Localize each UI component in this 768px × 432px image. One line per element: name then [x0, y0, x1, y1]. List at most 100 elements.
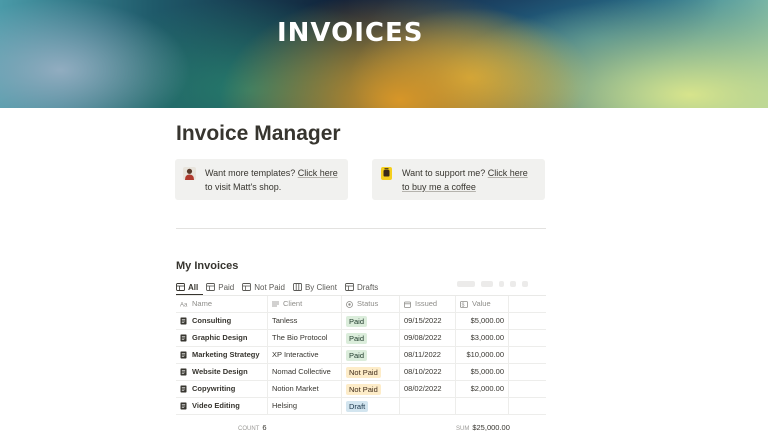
cell-value[interactable]: $3,000.00 — [456, 330, 509, 346]
cell-value[interactable]: $10,000.00 — [456, 347, 509, 363]
table-row[interactable]: Consulting Tanless Paid 09/15/2022 $5,00… — [176, 313, 546, 330]
row-name: Video Editing — [192, 401, 240, 410]
status-icon — [346, 300, 353, 308]
column-header-status[interactable]: Status — [342, 296, 400, 312]
page-title: Invoice Manager — [176, 122, 341, 145]
document-icon — [180, 317, 187, 325]
cell-issued[interactable] — [400, 398, 456, 414]
tab-paid[interactable]: Paid — [206, 281, 234, 293]
cell-name[interactable]: Copywriting — [176, 381, 268, 397]
cell-empty — [509, 313, 546, 329]
count-aggregate[interactable]: COUNT 6 — [238, 423, 267, 432]
cell-value[interactable]: $5,000.00 — [456, 313, 509, 329]
cell-status[interactable]: Paid — [342, 313, 400, 329]
column-label: Issued — [415, 299, 438, 308]
cell-empty — [509, 347, 546, 363]
table-icon — [345, 283, 354, 291]
cell-client[interactable]: XP Interactive — [268, 347, 342, 363]
column-header-client[interactable]: Client — [268, 296, 342, 312]
cell-status[interactable]: Paid — [342, 330, 400, 346]
invoices-table: Aa Name Client Status Issued $ Value Con… — [176, 296, 546, 415]
column-header-value[interactable]: $ Value — [456, 296, 509, 312]
table-row[interactable]: Marketing Strategy XP Interactive Paid 0… — [176, 347, 546, 364]
count-label: COUNT — [238, 426, 260, 432]
sort-button[interactable] — [481, 281, 493, 287]
cell-issued[interactable]: 09/08/2022 — [400, 330, 456, 346]
sum-value: $25,000.00 — [472, 423, 510, 432]
cell-status[interactable]: Draft — [342, 398, 400, 414]
document-icon — [180, 385, 187, 393]
cell-status[interactable]: Paid — [342, 347, 400, 363]
cell-client[interactable]: The Bio Protocol — [268, 330, 342, 346]
person-icon — [183, 167, 196, 180]
cell-empty — [509, 381, 546, 397]
search-icon[interactable] — [510, 281, 516, 287]
table-row[interactable]: Video Editing Helsing Draft — [176, 398, 546, 415]
tab-drafts[interactable]: Drafts — [345, 281, 378, 293]
cell-status[interactable]: Not Paid — [342, 381, 400, 397]
callout-text: to visit Matt's shop. — [205, 182, 282, 192]
row-name: Graphic Design — [192, 333, 248, 342]
sum-label: SUM — [456, 426, 470, 432]
tab-not-paid[interactable]: Not Paid — [242, 281, 285, 293]
filter-button[interactable] — [457, 281, 475, 287]
column-label: Value — [472, 299, 491, 308]
cell-name[interactable]: Marketing Strategy — [176, 347, 268, 363]
table-icon — [242, 283, 252, 291]
shop-link[interactable]: Click here — [298, 168, 338, 178]
database-title[interactable]: My Invoices — [176, 260, 238, 272]
cell-name[interactable]: Graphic Design — [176, 330, 268, 346]
cell-value[interactable]: $2,000.00 — [456, 381, 509, 397]
tab-by-client[interactable]: By Client — [292, 281, 337, 293]
coffee-icon — [381, 167, 392, 180]
cell-issued[interactable]: 08/10/2022 — [400, 364, 456, 380]
table-icon — [176, 283, 185, 291]
cell-status[interactable]: Not Paid — [342, 364, 400, 380]
tab-all[interactable]: All — [176, 281, 198, 293]
cell-name[interactable]: Consulting — [176, 313, 268, 329]
view-tabs: All Paid Not Paid By Client Drafts — [176, 280, 386, 294]
cell-client[interactable]: Nomad Collective — [268, 364, 342, 380]
svg-text:Aa: Aa — [180, 303, 188, 308]
lightning-icon[interactable] — [499, 281, 504, 287]
column-label: Client — [283, 299, 303, 308]
table-footer: COUNT 6 SUM $25,000.00 — [176, 421, 546, 432]
status-badge: Paid — [346, 332, 368, 344]
sum-aggregate[interactable]: SUM $25,000.00 — [456, 423, 510, 432]
cell-client[interactable]: Tanless — [268, 313, 342, 329]
cell-issued[interactable]: 08/02/2022 — [400, 381, 456, 397]
table-row[interactable]: Copywriting Notion Market Not Paid 08/02… — [176, 381, 546, 398]
table-row[interactable]: Website Design Nomad Collective Not Paid… — [176, 364, 546, 381]
status-badge: Draft — [346, 400, 369, 412]
column-label: Status — [357, 299, 379, 308]
calendar-icon — [404, 301, 411, 308]
callout-templates: Want more templates? Click here to visit… — [175, 159, 348, 200]
tab-label: Drafts — [356, 282, 379, 292]
column-header-issued[interactable]: Issued — [400, 296, 456, 312]
table-row[interactable]: Graphic Design The Bio Protocol Paid 09/… — [176, 330, 546, 347]
count-value: 6 — [262, 423, 267, 432]
cell-name[interactable]: Video Editing — [176, 398, 268, 414]
row-name: Consulting — [192, 316, 232, 325]
divider — [176, 228, 546, 229]
status-badge: Paid — [346, 349, 368, 361]
cell-issued[interactable]: 08/11/2022 — [400, 347, 456, 363]
cell-value[interactable] — [456, 398, 509, 414]
document-icon — [180, 351, 187, 359]
cell-client[interactable]: Helsing — [268, 398, 342, 414]
cell-empty — [509, 398, 546, 414]
cell-name[interactable]: Website Design — [176, 364, 268, 380]
cell-client[interactable]: Notion Market — [268, 381, 342, 397]
cell-issued[interactable]: 09/15/2022 — [400, 313, 456, 329]
more-icon[interactable] — [522, 281, 528, 287]
column-header-name[interactable]: Aa Name — [176, 296, 268, 312]
document-icon — [180, 402, 187, 410]
text-property-icon: Aa — [180, 303, 188, 308]
callout-support-text: Want to support me? Click here to buy me… — [402, 166, 537, 194]
document-icon — [180, 368, 187, 376]
cell-empty — [509, 330, 546, 346]
cell-value[interactable]: $5,000.00 — [456, 364, 509, 380]
callout-text: Want more templates? — [205, 168, 298, 178]
status-badge: Not Paid — [346, 366, 381, 378]
column-label: Name — [192, 299, 213, 308]
